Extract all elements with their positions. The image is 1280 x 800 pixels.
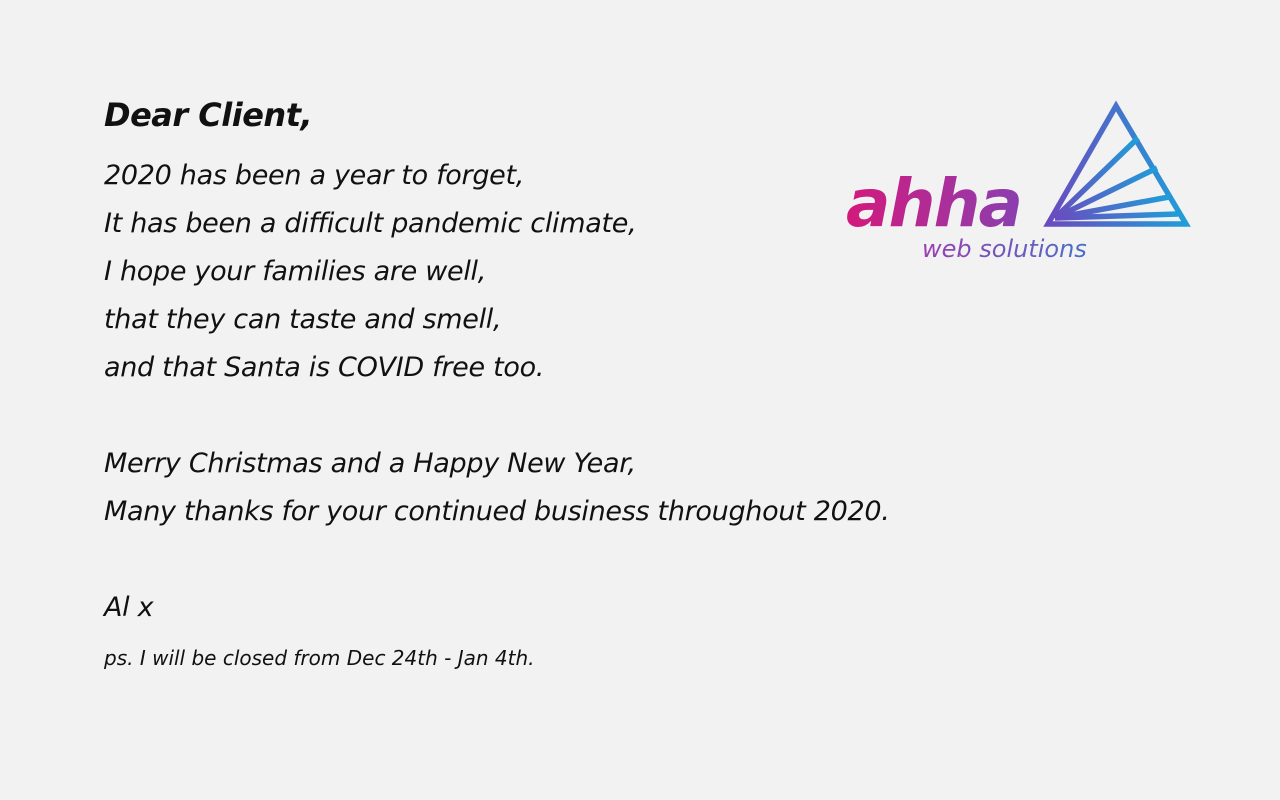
wishes-line: Merry Christmas and a Happy New Year, (104, 448, 636, 479)
poem-line: I hope your families are well, (104, 256, 487, 287)
poem-line: that they can taste and smell, (104, 304, 502, 335)
greeting: Dear Client, (104, 96, 313, 134)
postscript: ps. I will be closed from Dec 24th - Jan… (104, 646, 535, 670)
poem-line: and that Santa is COVID free too. (104, 352, 545, 383)
logo-graphic: ahha web solutions (846, 100, 1191, 263)
company-logo: ahha web solutions (842, 96, 1194, 268)
triangle-icon (1043, 100, 1191, 227)
poem-line: 2020 has been a year to forget, (104, 160, 525, 191)
signoff: Al x (104, 592, 154, 623)
poem-line: It has been a difficult pandemic climate… (104, 208, 637, 239)
wishes-line: Many thanks for your continued business … (104, 496, 890, 527)
logo-tagline: web solutions (922, 235, 1087, 263)
logo-wordmark: ahha (846, 165, 1021, 242)
